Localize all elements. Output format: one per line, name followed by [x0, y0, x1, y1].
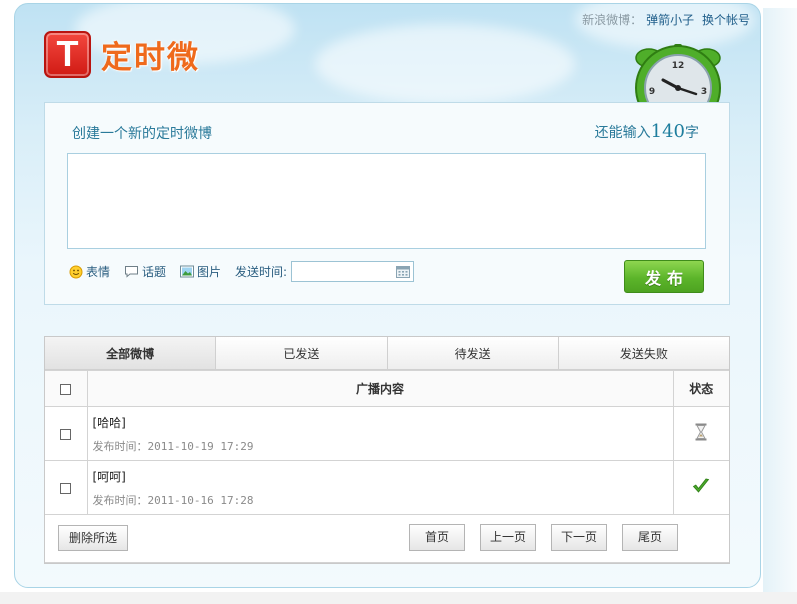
post-time-value: 2011-10-19 17:29 [147, 439, 254, 453]
select-all-cell [45, 370, 88, 407]
post-time: 发布时间：2011-10-19 17:29 [93, 438, 673, 454]
user-prefix: 新浪微博： [582, 13, 643, 27]
pagination: 首页 上一页 下一页 尾页 [409, 524, 693, 551]
row-status-cell [672, 460, 729, 515]
image-tool[interactable]: 图片 [180, 263, 221, 280]
post-time-label: 发布时间： [92, 439, 148, 453]
sky-cloud [315, 24, 575, 104]
compose-panel: 创建一个新的定时微博 还能输入140字 表情 话题 图片 发送时间: 发布 [44, 102, 730, 305]
post-textarea[interactable] [67, 153, 706, 249]
logo-icon: T [44, 30, 91, 78]
prev-page-button[interactable]: 上一页 [480, 524, 536, 551]
table-row: [哈哈] 发布时间：2011-10-19 17:29 [45, 406, 729, 461]
row-checkbox[interactable] [60, 482, 72, 494]
topic-tool-label: 话题 [142, 265, 167, 279]
emoji-tool-label: 表情 [86, 265, 111, 279]
image-tool-label: 图片 [197, 265, 222, 279]
svg-text:3: 3 [701, 87, 707, 97]
post-time-label: 发布时间： [92, 493, 148, 507]
row-checkbox[interactable] [60, 428, 72, 440]
post-time-value: 2011-10-16 17:28 [147, 493, 254, 507]
page-shadow-bottom [0, 592, 797, 604]
page-shadow-right [763, 8, 797, 604]
row-content-cell: [哈哈] 发布时间：2011-10-19 17:29 [86, 406, 674, 461]
delete-selected-button[interactable]: 删除所选 [58, 525, 129, 551]
counter-value: 140 [650, 121, 685, 142]
row-content-cell: [呵呵] 发布时间：2011-10-16 17:28 [86, 460, 674, 515]
post-text: [呵呵] [92, 469, 126, 484]
counter-prefix: 还能输入 [594, 125, 651, 141]
first-page-button[interactable]: 首页 [409, 524, 465, 551]
emoji-tool[interactable]: 表情 [69, 263, 110, 280]
compose-title: 创建一个新的定时微博 [72, 126, 212, 142]
user-bar: 新浪微博： 弹箭小子 换个帐号 [582, 11, 750, 28]
last-page-button[interactable]: 尾页 [622, 524, 678, 551]
app-logo[interactable]: T 定时微 [44, 30, 200, 78]
tab-pending[interactable]: 待发送 [386, 337, 558, 369]
row-check-cell [45, 460, 88, 515]
send-time-input[interactable] [291, 261, 415, 282]
row-check-cell [45, 406, 88, 461]
status-column-header: 状态 [672, 370, 729, 407]
table-header-row: 广播内容 状态 [45, 370, 729, 407]
picture-icon [180, 265, 195, 278]
table-row: [呵呵] 发布时间：2011-10-16 17:28 [45, 460, 729, 515]
calendar-icon[interactable] [396, 265, 411, 278]
next-page-button[interactable]: 下一页 [551, 524, 607, 551]
tab-all-posts[interactable]: 全部微博 [45, 337, 216, 369]
username-link[interactable]: 弹箭小子 [646, 13, 694, 27]
tab-sent[interactable]: 已发送 [215, 337, 387, 369]
row-status-cell [672, 406, 729, 461]
logo-text: 定时微 [101, 39, 200, 76]
smiley-icon [69, 265, 83, 278]
post-text: [哈哈] [92, 415, 126, 430]
tab-failed[interactable]: 发送失败 [557, 337, 729, 369]
post-tabs: 全部微博 已发送 待发送 发送失败 [45, 337, 729, 370]
select-all-checkbox[interactable] [60, 383, 72, 395]
speech-bubble-icon [125, 266, 139, 278]
checkmark-icon [693, 478, 710, 493]
content-column-header: 广播内容 [86, 370, 674, 407]
svg-text:9: 9 [649, 87, 655, 97]
topic-tool[interactable]: 话题 [124, 263, 166, 280]
svg-text:12: 12 [672, 61, 685, 71]
alarm-clock-icon: 12 9 3 [635, 44, 721, 106]
counter-suffix: 字 [685, 125, 699, 141]
char-counter: 还能输入140字 [595, 121, 699, 142]
hourglass-icon [695, 423, 707, 441]
compose-toolbar: 表情 话题 图片 发送时间: [69, 261, 415, 282]
switch-account-link[interactable]: 换个帐号 [702, 13, 750, 27]
send-time-label: 发送时间: [235, 265, 288, 279]
post-time: 发布时间：2011-10-16 17:28 [93, 492, 673, 508]
publish-button[interactable]: 发布 [624, 260, 704, 293]
